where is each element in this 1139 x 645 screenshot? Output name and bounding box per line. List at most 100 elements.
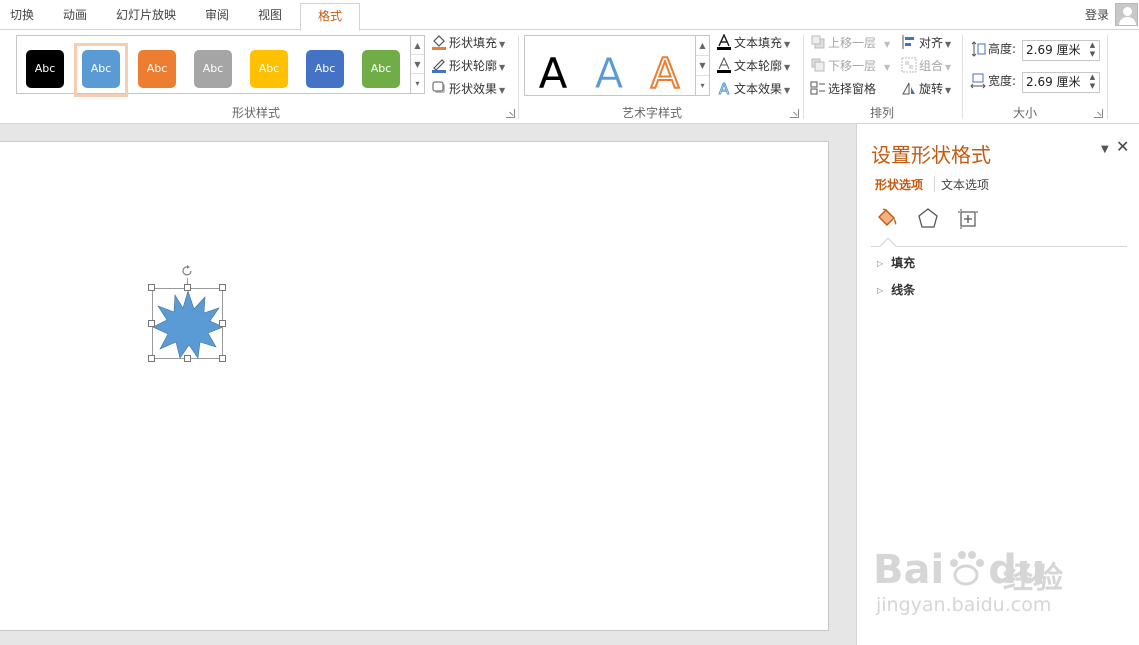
pen-icon — [431, 57, 447, 73]
wordart-more-icon[interactable]: ▾ — [696, 76, 709, 95]
paint-bucket-icon — [431, 34, 447, 50]
gallery-scroll: ▲ ▼ ▾ — [410, 36, 424, 93]
shape-outline-label: 形状轮廓 — [449, 59, 498, 73]
gallery-up-icon[interactable]: ▲ — [411, 36, 424, 55]
text-fill-button[interactable]: 文本填充 ▼ — [716, 33, 790, 53]
shape-style-swatch[interactable]: Abc — [26, 50, 64, 88]
resize-handle[interactable] — [184, 284, 191, 291]
gallery-more-icon[interactable]: ▾ — [411, 74, 424, 93]
resize-handle[interactable] — [148, 355, 155, 362]
svg-text:A: A — [651, 49, 680, 96]
group-label-shape-styles: 形状样式 — [231, 106, 280, 120]
size-properties-icon[interactable] — [955, 206, 981, 230]
tab-shape-options[interactable]: 形状选项 — [875, 176, 923, 193]
close-icon[interactable]: ✕ — [1116, 137, 1129, 156]
shape-outline-button[interactable]: 形状轮廓 ▼ — [431, 56, 505, 76]
shape-fill-button[interactable]: 形状填充 ▼ — [431, 33, 505, 53]
wordart-launcher-icon[interactable] — [790, 109, 799, 118]
gallery-down-icon[interactable]: ▼ — [411, 55, 424, 74]
wordart-sample-orange[interactable]: A — [639, 44, 691, 99]
shape-effects-button[interactable]: 形状效果 ▼ — [431, 79, 505, 99]
shape-styles-gallery: Abc Abc Abc Abc Abc Abc Abc ▲ ▼ ▾ — [16, 35, 425, 97]
width-value: 2.69 厘米 — [1026, 75, 1081, 89]
tab-animations[interactable]: 动画 — [50, 0, 100, 30]
shape-style-swatch[interactable]: Abc — [250, 50, 288, 88]
wordart-down-icon[interactable]: ▼ — [696, 56, 709, 76]
resize-handle[interactable] — [219, 320, 226, 327]
size-launcher-icon[interactable] — [1094, 109, 1103, 118]
expand-arrow-icon: ▷ — [877, 259, 884, 268]
resize-handle[interactable] — [219, 284, 226, 291]
tab-format[interactable]: 格式 — [300, 3, 360, 31]
tab-text-options[interactable]: 文本选项 — [941, 176, 989, 193]
tab-review[interactable]: 审阅 — [192, 0, 242, 30]
selection-box — [152, 288, 223, 359]
group-separator — [962, 35, 963, 119]
resize-handle[interactable] — [219, 355, 226, 362]
text-effects-icon: A — [716, 80, 732, 99]
tab-view[interactable]: 视图 — [246, 0, 294, 30]
fill-line-icon[interactable] — [875, 206, 901, 230]
group-label: 组合 — [919, 59, 944, 73]
selection-pane-button[interactable]: 选择窗格 — [810, 79, 876, 99]
height-spinner-icon[interactable]: ▲ ▼ — [1086, 41, 1099, 60]
group-label-size: 大小 — [1012, 106, 1037, 120]
resize-handle[interactable] — [184, 355, 191, 362]
wordart-sample-black[interactable]: A — [527, 44, 579, 98]
group-icon — [901, 57, 917, 73]
wordart-sample-blue[interactable]: A — [583, 44, 635, 99]
resize-handle[interactable] — [148, 284, 155, 291]
text-outline-button[interactable]: 文本轮廓 ▼ — [716, 56, 790, 76]
bring-forward-label: 上移一层 — [828, 36, 877, 50]
shape-style-swatch[interactable]: Abc — [138, 50, 176, 88]
pane-tab-pointer — [879, 237, 897, 255]
pane-options-icon[interactable]: ▼ — [1101, 144, 1109, 155]
text-effects-button[interactable]: A 文本效果 ▼ — [716, 79, 790, 99]
rotate-handle-icon[interactable] — [181, 265, 194, 278]
wordart-gallery-scroll: ▲ ▼ ▾ — [695, 36, 709, 95]
send-backward-button[interactable]: 下移一层 ▼ — [810, 56, 890, 76]
section-line[interactable]: ▷ 线条 — [877, 281, 915, 298]
svg-text:A: A — [595, 49, 624, 96]
rotate-icon — [901, 80, 917, 96]
align-label: 对齐 — [919, 36, 944, 50]
shape-style-swatch[interactable]: Abc — [82, 50, 120, 88]
ribbon: Abc Abc Abc Abc Abc Abc Abc ▲ ▼ ▾ 形状填充 ▼ … — [0, 31, 1139, 124]
shape-style-swatch[interactable]: Abc — [362, 50, 400, 88]
section-fill[interactable]: ▷ 填充 — [877, 254, 915, 271]
width-icon — [970, 73, 986, 89]
resize-handle[interactable] — [148, 320, 155, 327]
wordart-up-icon[interactable]: ▲ — [696, 36, 709, 56]
shape-styles-launcher-icon[interactable] — [506, 109, 515, 118]
slide-canvas[interactable] — [0, 141, 829, 631]
tab-slideshow[interactable]: 幻灯片放映 — [108, 0, 184, 30]
tab-transitions[interactable]: 切换 — [0, 0, 44, 30]
text-outline-icon — [716, 56, 732, 73]
send-backward-icon — [810, 57, 826, 73]
group-button[interactable]: 组合 ▼ — [901, 56, 951, 76]
selection-pane-label: 选择窗格 — [828, 82, 877, 96]
align-icon — [901, 34, 917, 50]
align-button[interactable]: 对齐 ▼ — [901, 33, 951, 53]
bring-forward-button[interactable]: 上移一层 ▼ — [810, 33, 890, 53]
send-backward-label: 下移一层 — [828, 59, 877, 73]
pane-divider — [871, 246, 1127, 247]
group-separator — [803, 35, 804, 119]
shape-style-swatch[interactable]: Abc — [306, 50, 344, 88]
user-avatar-icon[interactable] — [1115, 3, 1138, 26]
login-link[interactable]: 登录 — [1085, 0, 1109, 30]
height-input[interactable]: 2.69 厘米 ▲ ▼ — [1022, 40, 1100, 61]
ribbon-tab-bar: 切换 动画 幻灯片放映 审阅 视图 格式 登录 — [0, 0, 1139, 31]
text-outline-label: 文本轮廓 — [734, 59, 783, 73]
group-separator — [1107, 35, 1108, 119]
rotate-label: 旋转 — [919, 82, 944, 96]
effects-pentagon-icon[interactable] — [915, 206, 941, 230]
height-icon — [970, 41, 986, 57]
pane-tab-divider — [934, 176, 935, 192]
svg-text:A: A — [719, 80, 730, 96]
rotate-button[interactable]: 旋转 ▼ — [901, 79, 951, 99]
text-fill-icon — [716, 33, 732, 50]
width-input[interactable]: 2.69 厘米 ▲ ▼ — [1022, 72, 1100, 93]
shape-style-swatch[interactable]: Abc — [194, 50, 232, 88]
width-spinner-icon[interactable]: ▲ ▼ — [1086, 73, 1099, 92]
